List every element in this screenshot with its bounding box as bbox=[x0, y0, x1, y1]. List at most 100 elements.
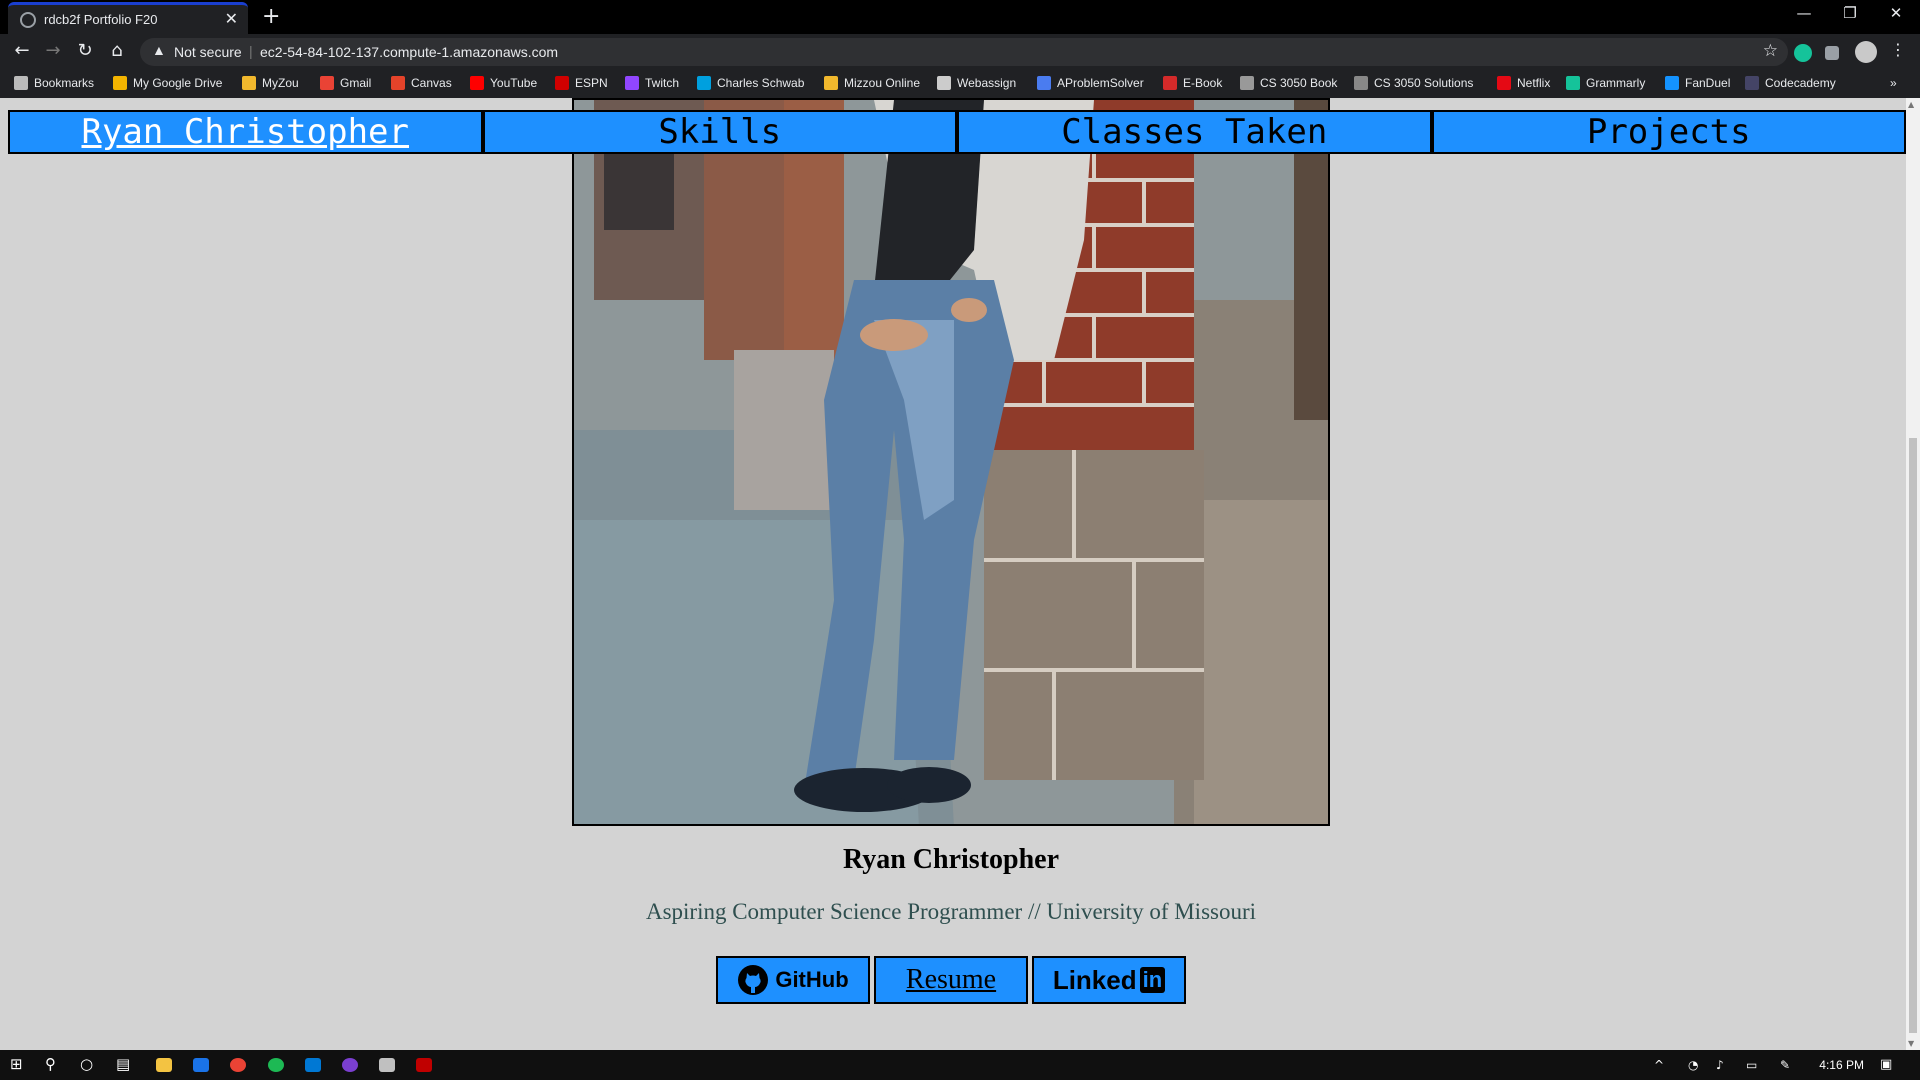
myzou-icon bbox=[242, 76, 256, 90]
nav-projects-link[interactable]: Projects bbox=[1431, 110, 1906, 154]
globe-icon bbox=[20, 12, 36, 28]
bookmark-netflix[interactable]: Netflix bbox=[1497, 76, 1550, 90]
spotify-icon[interactable] bbox=[268, 1058, 284, 1072]
git-icon[interactable] bbox=[379, 1058, 395, 1072]
restore-icon[interactable]: ❐ bbox=[1827, 4, 1873, 22]
wifi-icon[interactable]: ◔ bbox=[1688, 1058, 1698, 1072]
tab-title: rdcb2f Portfolio F20 bbox=[44, 12, 158, 27]
task-view-icon[interactable]: ▤ bbox=[116, 1055, 130, 1073]
search-icon[interactable]: ⚲ bbox=[45, 1055, 56, 1073]
forward-icon[interactable]: → bbox=[40, 40, 66, 61]
fanduel-icon bbox=[1665, 76, 1679, 90]
nav-home-link[interactable]: Ryan Christopher bbox=[8, 110, 483, 154]
volume-icon[interactable]: ♪ bbox=[1716, 1058, 1724, 1072]
grammarly-extension-icon[interactable] bbox=[1794, 44, 1812, 62]
aproblemsolver-icon bbox=[1037, 76, 1051, 90]
bookmark-canvas[interactable]: Canvas bbox=[391, 76, 452, 90]
more-bookmarks-icon[interactable]: » bbox=[1890, 76, 1897, 90]
top-navigation: Ryan Christopher Skills Classes Taken Pr… bbox=[8, 110, 1906, 154]
profile-subtitle: Aspiring Computer Science Programmer // … bbox=[645, 899, 1257, 924]
nav-skills-link[interactable]: Skills bbox=[482, 110, 957, 154]
bookmark-label: Netflix bbox=[1517, 76, 1551, 90]
ebook-icon bbox=[1163, 76, 1177, 90]
windows-start-icon[interactable]: ⊞ bbox=[10, 1055, 23, 1073]
file-explorer-icon[interactable] bbox=[156, 1058, 172, 1072]
gmail-icon bbox=[320, 76, 334, 90]
scroll-down-icon[interactable]: ▼ bbox=[1908, 1039, 1914, 1048]
bookmark-codecademy[interactable]: Codecademy bbox=[1745, 76, 1836, 90]
reload-icon[interactable]: ↻ bbox=[72, 40, 98, 61]
bookmark-ebook[interactable]: E-Book bbox=[1163, 76, 1222, 90]
profile-name: Ryan Christopher bbox=[842, 844, 1060, 875]
warning-icon: ▲ bbox=[152, 42, 166, 58]
bookmark-youtube[interactable]: YouTube bbox=[470, 76, 537, 90]
bookmark-label: MyZou bbox=[262, 76, 299, 90]
bookmark-aproblemsolver[interactable]: AProblemSolver bbox=[1037, 76, 1144, 90]
cortana-icon[interactable]: ○ bbox=[80, 1055, 93, 1073]
new-tab-icon[interactable]: + bbox=[262, 4, 280, 29]
notifications-icon[interactable]: ▣ bbox=[1880, 1057, 1892, 1072]
bookmark-drive[interactable]: My Google Drive bbox=[113, 76, 222, 90]
bookmark-label: Twitch bbox=[645, 76, 680, 90]
bookmark-label: My Google Drive bbox=[133, 76, 223, 90]
taskbar-clock[interactable]: 4:16 PM bbox=[1819, 1058, 1864, 1072]
linkedin-icon: in bbox=[1139, 967, 1166, 993]
bookmark-gmail[interactable]: Gmail bbox=[320, 76, 371, 90]
bookmark-webassign[interactable]: Webassign bbox=[937, 76, 1016, 90]
close-tab-icon[interactable]: ✕ bbox=[225, 9, 238, 28]
mail-icon[interactable] bbox=[193, 1058, 209, 1072]
bookmark-espn[interactable]: ESPN bbox=[555, 76, 608, 90]
not-secure-label: Not secure bbox=[174, 44, 242, 60]
github-label: GitHub bbox=[775, 967, 849, 992]
star-icon bbox=[14, 76, 28, 90]
home-icon[interactable]: ⌂ bbox=[104, 40, 130, 61]
globe-icon bbox=[1240, 76, 1254, 90]
codecademy-icon bbox=[1745, 76, 1759, 90]
bookmark-twitch[interactable]: Twitch bbox=[625, 76, 679, 90]
page-scrollbar[interactable]: ▲ ▼ bbox=[1906, 98, 1920, 1050]
scrollbar-thumb[interactable] bbox=[1909, 438, 1917, 1033]
filezilla-icon[interactable] bbox=[416, 1058, 432, 1072]
bookmark-label: Webassign bbox=[957, 76, 1017, 90]
app-icon[interactable] bbox=[342, 1058, 358, 1072]
menu-icon[interactable]: ⋮ bbox=[1885, 40, 1911, 59]
tray-chevron-icon[interactable]: ^ bbox=[1654, 1058, 1664, 1072]
drive-icon bbox=[113, 76, 127, 90]
bookmark-globe[interactable]: CS 3050 Book bbox=[1240, 76, 1337, 90]
tab-strip: rdcb2f Portfolio F20 ✕ + — ❐ ✕ bbox=[0, 0, 1920, 34]
close-window-icon[interactable]: ✕ bbox=[1873, 4, 1919, 22]
bookmark-wikidot[interactable]: CS 3050 Solutions bbox=[1354, 76, 1473, 90]
canvas-icon bbox=[391, 76, 405, 90]
grammarly-icon bbox=[1566, 76, 1580, 90]
battery-icon[interactable]: ▭ bbox=[1746, 1058, 1757, 1072]
bookmark-star-icon[interactable]: ☆ bbox=[1763, 41, 1778, 61]
bookmark-schwab[interactable]: Charles Schwab bbox=[697, 76, 804, 90]
bookmark-mizzou[interactable]: Mizzou Online bbox=[824, 76, 920, 90]
pen-icon[interactable]: ✎ bbox=[1780, 1058, 1790, 1072]
resume-button[interactable]: Resume bbox=[874, 956, 1028, 1004]
separator: | bbox=[249, 43, 253, 59]
scroll-up-icon[interactable]: ▲ bbox=[1908, 100, 1914, 109]
github-button[interactable]: GitHub bbox=[716, 956, 870, 1004]
linkedin-button[interactable]: Linked in bbox=[1032, 956, 1186, 1004]
bookmark-label: AProblemSolver bbox=[1057, 76, 1144, 90]
minimize-icon[interactable]: — bbox=[1781, 4, 1827, 22]
github-icon bbox=[738, 965, 769, 995]
bookmark-label: FanDuel bbox=[1685, 76, 1731, 90]
youtube-icon bbox=[470, 76, 484, 90]
bookmark-label: YouTube bbox=[490, 76, 538, 90]
browser-tab[interactable]: rdcb2f Portfolio F20 ✕ bbox=[8, 2, 248, 34]
chrome-icon[interactable] bbox=[230, 1058, 246, 1072]
schwab-icon bbox=[697, 76, 711, 90]
back-icon[interactable]: ← bbox=[9, 40, 35, 61]
bookmarks-bar: Bookmarks My Google Drive MyZou Gmail Canvas… bbox=[0, 70, 1920, 98]
extensions-icon[interactable] bbox=[1825, 46, 1839, 60]
address-bar[interactable]: ▲ Not secure | ec2-54-84-102-137.compute… bbox=[140, 38, 1788, 66]
bookmark-myzou[interactable]: MyZou bbox=[242, 76, 299, 90]
bookmark-star[interactable]: Bookmarks bbox=[14, 76, 94, 90]
nav-classes-link[interactable]: Classes Taken bbox=[957, 110, 1432, 154]
bookmark-fanduel[interactable]: FanDuel bbox=[1665, 76, 1730, 90]
profile-avatar-icon[interactable] bbox=[1855, 41, 1877, 63]
vscode-icon[interactable] bbox=[305, 1058, 321, 1072]
bookmark-grammarly[interactable]: Grammarly bbox=[1566, 76, 1645, 90]
